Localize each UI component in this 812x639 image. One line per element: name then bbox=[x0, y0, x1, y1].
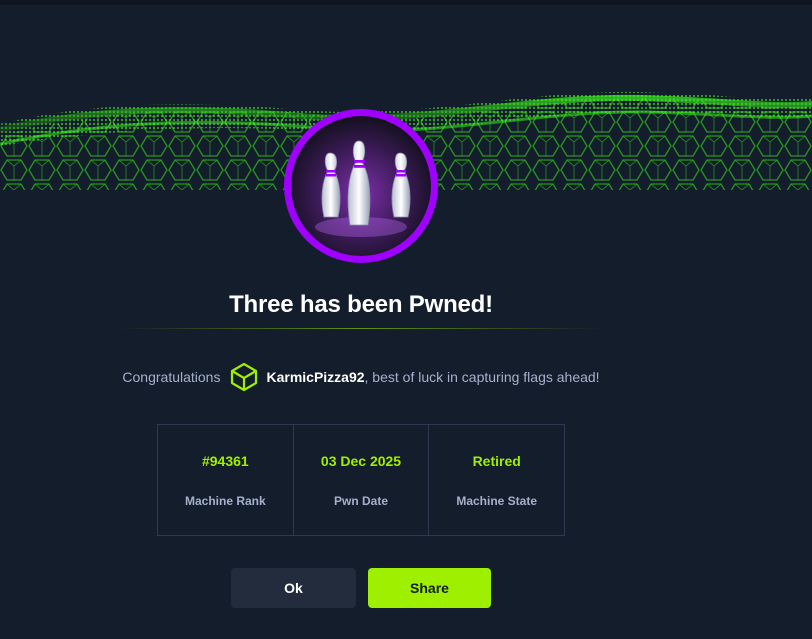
stats-table: #94361 Machine Rank 03 Dec 2025 Pwn Date… bbox=[157, 424, 565, 536]
machine-rank-value: #94361 bbox=[201, 453, 249, 469]
congrats-suffix: , best of luck in capturing flags ahead! bbox=[364, 369, 600, 385]
machine-state-value: Retired bbox=[472, 453, 521, 469]
share-button[interactable]: Share bbox=[368, 568, 491, 608]
hexagon-cube-icon bbox=[231, 362, 258, 392]
ok-button[interactable]: Ok bbox=[231, 568, 356, 608]
machine-state-label: Machine State bbox=[456, 494, 538, 508]
stat-machine-rank: #94361 Machine Rank bbox=[158, 425, 294, 535]
pwned-modal: Three has been Pwned! Congratulations Ka… bbox=[0, 0, 812, 639]
machine-rank-label: Machine Rank bbox=[184, 494, 266, 508]
modal-title: Three has been Pwned! bbox=[229, 291, 493, 318]
congratulations-line: Congratulations KarmicPizza92 , best of … bbox=[0, 362, 722, 392]
congrats-prefix: Congratulations bbox=[122, 369, 221, 385]
pwn-date-value: 03 Dec 2025 bbox=[320, 453, 402, 469]
username[interactable]: KarmicPizza92 bbox=[266, 369, 364, 385]
machine-badge bbox=[284, 109, 438, 263]
stat-pwn-date: 03 Dec 2025 Pwn Date bbox=[294, 425, 430, 535]
stat-machine-state: Retired Machine State bbox=[429, 425, 564, 535]
title-divider bbox=[118, 328, 604, 329]
top-strip bbox=[0, 0, 812, 5]
pwn-date-label: Pwn Date bbox=[334, 494, 389, 508]
